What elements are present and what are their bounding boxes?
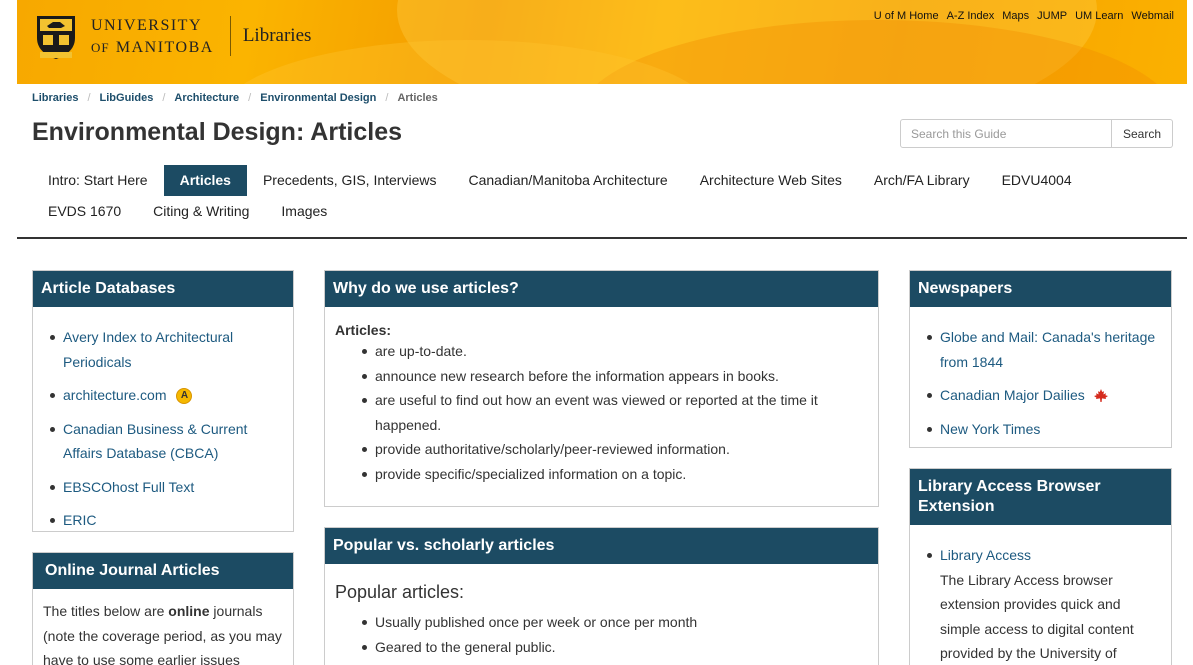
database-link-ebscohost[interactable]: EBSCOhost Full Text — [63, 479, 194, 495]
tab-edvu4004[interactable]: EDVU4004 — [986, 165, 1088, 196]
box-heading: Article Databases — [33, 271, 293, 307]
breadcrumb-current: Articles — [397, 92, 438, 104]
newspaper-link-new-york-times[interactable]: New York Times — [940, 421, 1040, 437]
top-link-webmail[interactable]: Webmail — [1131, 10, 1174, 22]
page-title: Environmental Design: Articles — [32, 118, 402, 146]
box-heading: Library Access Browser Extension — [910, 469, 1171, 525]
list-item: are up-to-date. — [361, 339, 868, 364]
newspapers-box: Newspapers Globe and Mail: Canada's heri… — [909, 270, 1172, 448]
tab-intro[interactable]: Intro: Start Here — [32, 165, 164, 196]
list-item: Canadian Business & Current Affairs Data… — [49, 417, 279, 466]
top-link-jump[interactable]: JUMP — [1037, 10, 1067, 22]
breadcrumb-architecture[interactable]: Architecture — [174, 92, 239, 104]
box-heading: Newspapers — [910, 271, 1171, 307]
list-item: EBSCOhost Full Text — [49, 475, 279, 500]
popular-scholarly-box: Popular vs. scholarly articles Popular a… — [324, 527, 879, 665]
top-link-maps[interactable]: Maps — [1002, 10, 1029, 22]
list-item: Globe and Mail: Canada's heritage from 1… — [926, 325, 1157, 374]
breadcrumb-environmental-design[interactable]: Environmental Design — [260, 92, 376, 104]
top-link-home[interactable]: U of M Home — [874, 10, 939, 22]
tab-articles[interactable]: Articles — [163, 165, 247, 196]
top-link-az-index[interactable]: A-Z Index — [947, 10, 995, 22]
article-databases-box: Article Databases Avery Index to Archite… — [32, 270, 294, 532]
list-item: New York Times — [926, 417, 1157, 442]
tabs-divider — [17, 237, 1187, 239]
tab-arch-fa-library[interactable]: Arch/FA Library — [858, 165, 986, 196]
list-item: Usually published once per week or once … — [361, 610, 868, 635]
tab-web-sites[interactable]: Architecture Web Sites — [684, 165, 858, 196]
tab-evds-1670[interactable]: EVDS 1670 — [32, 196, 137, 227]
site-header: University of Manitoba Libraries U of M … — [17, 0, 1187, 84]
newspaper-link-canadian-major-dailies[interactable]: Canadian Major Dailies — [940, 387, 1085, 403]
why-articles-box: Why do we use articles? Articles: are up… — [324, 270, 879, 507]
list-item: provide authoritative/scholarly/peer-rev… — [361, 437, 868, 462]
tab-precedents[interactable]: Precedents, GIS, Interviews — [247, 165, 453, 196]
box-heading: Popular vs. scholarly articles — [325, 528, 878, 564]
guide-search: Search — [900, 119, 1173, 148]
university-logo[interactable]: University of Manitoba Libraries — [35, 12, 311, 60]
tab-images[interactable]: Images — [265, 196, 343, 227]
database-link-architecture-com[interactable]: architecture.com — [63, 387, 166, 403]
list-item: Canadian Major Dailies — [926, 383, 1157, 408]
database-link-cbca[interactable]: Canadian Business & Current Affairs Data… — [63, 421, 247, 462]
database-link-avery[interactable]: Avery Index to Architectural Periodicals — [63, 329, 233, 370]
breadcrumb: Libraries / LibGuides / Architecture / E… — [32, 92, 438, 104]
online-journals-text: The titles below are online journals (no… — [43, 603, 282, 665]
university-name-line2: Manitoba — [115, 39, 214, 56]
university-name-line1: University — [91, 17, 202, 34]
popular-articles-subhead: Popular articles: — [335, 582, 465, 602]
breadcrumb-separator: / — [162, 92, 166, 104]
list-item: Geared to the general public. — [361, 635, 868, 660]
list-item: announce new research before the informa… — [361, 364, 868, 389]
newspaper-link-globe-and-mail[interactable]: Globe and Mail: Canada's heritage from 1… — [940, 329, 1155, 370]
tab-citing-writing[interactable]: Citing & Writing — [137, 196, 265, 227]
database-link-eric[interactable]: ERIC — [63, 512, 96, 528]
university-name-of: of — [91, 40, 110, 55]
access-badge-icon: A — [176, 388, 193, 405]
breadcrumb-separator: / — [248, 92, 252, 104]
breadcrumb-separator: / — [87, 92, 91, 104]
box-heading: Online Journal Articles — [33, 553, 293, 589]
breadcrumb-libraries[interactable]: Libraries — [32, 92, 78, 104]
library-access-description: The Library Access browser extension pro… — [940, 571, 1134, 662]
list-item: architecture.com A — [49, 383, 279, 408]
library-access-box: Library Access Browser Extension Library… — [909, 468, 1172, 665]
maple-leaf-icon — [1093, 389, 1108, 403]
search-button[interactable]: Search — [1112, 119, 1173, 148]
crest-icon — [37, 16, 75, 59]
list-item: ERIC — [49, 508, 279, 533]
list-item: Avery Index to Architectural Periodicals — [49, 325, 279, 374]
library-access-link[interactable]: Library Access — [940, 547, 1031, 563]
list-item: provide specific/specialized information… — [361, 462, 868, 487]
logo-divider — [229, 16, 231, 56]
top-link-um-learn[interactable]: UM Learn — [1075, 10, 1123, 22]
libraries-title[interactable]: Libraries — [243, 25, 312, 47]
list-item: Library Access The Library Access browse… — [926, 543, 1157, 665]
why-articles-subhead: Articles: — [335, 322, 392, 338]
breadcrumb-separator: / — [385, 92, 389, 104]
tab-canadian-architecture[interactable]: Canadian/Manitoba Architecture — [452, 165, 683, 196]
box-heading: Why do we use articles? — [325, 271, 878, 307]
breadcrumb-libguides[interactable]: LibGuides — [100, 92, 154, 104]
search-input[interactable] — [900, 119, 1112, 148]
top-links: U of M Home A-Z Index Maps JUMP UM Learn… — [874, 10, 1174, 22]
list-item: are useful to find out how an event was … — [361, 388, 868, 437]
guide-tabs: Intro: Start Here Articles Precedents, G… — [32, 165, 1172, 227]
online-journals-box: Online Journal Articles The titles below… — [32, 552, 294, 665]
